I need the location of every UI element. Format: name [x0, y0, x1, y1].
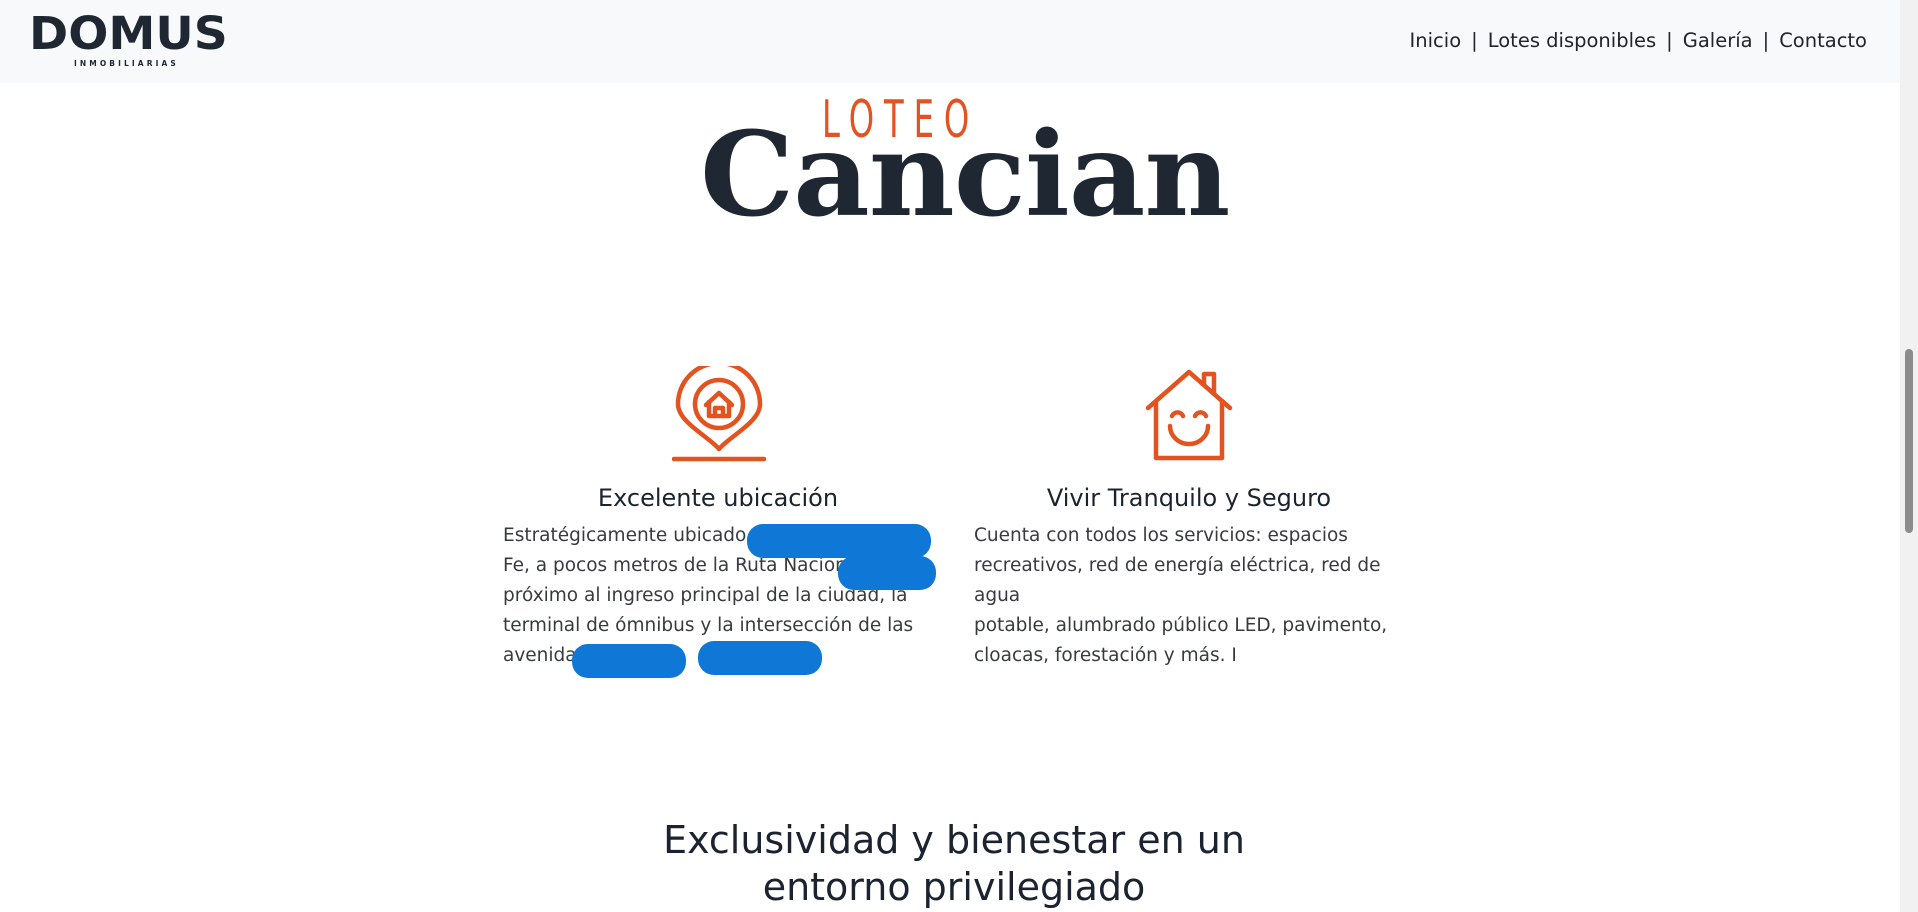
- redaction-mark: [572, 644, 686, 678]
- feature-title: Vivir Tranquilo y Seguro: [1046, 484, 1332, 512]
- feature-line: Cuenta con todos los servicios: espacios: [974, 525, 1348, 546]
- loteo-cancian-logo: LOTEO Cancian: [690, 92, 1230, 242]
- feature-description: Cuenta con todos los servicios: espacios…: [974, 521, 1404, 671]
- smiling-house-icon: [1145, 369, 1233, 461]
- nav-separator: |: [1762, 29, 1770, 52]
- location-house-pin-icon: [672, 366, 766, 462]
- scrollbar-thumb[interactable]: [1905, 349, 1913, 533]
- redaction-mark: [747, 524, 931, 558]
- brand-name: DOMUS: [29, 7, 228, 60]
- feature-line: terminal de ómnibus y la intersección de…: [503, 615, 914, 636]
- section-title-line: entorno privilegiado: [762, 865, 1146, 909]
- section-title-line: Exclusividad y bienestar en un: [663, 818, 1245, 862]
- feature-line: cloacas, forestación y más. I: [974, 645, 1237, 666]
- nav-links: Inicio | Lotes disponibles | Galería | C…: [1410, 29, 1867, 52]
- nav-link-inicio[interactable]: Inicio: [1410, 29, 1462, 52]
- brand-tagline: INMOBILIARIAS: [74, 59, 179, 68]
- page-scrollbar[interactable]: [1900, 0, 1918, 912]
- redaction-mark: [698, 641, 822, 675]
- feature-safety: Vivir Tranquilo y Seguro Cuenta con todo…: [974, 366, 1404, 671]
- top-navbar: DOMUS INMOBILIARIAS Inicio | Lotes dispo…: [0, 0, 1900, 83]
- nav-separator: |: [1471, 29, 1478, 52]
- feature-line: potable, alumbrado público LED, paviment…: [974, 615, 1388, 636]
- brand-logo[interactable]: DOMUS INMOBILIARIAS: [29, 8, 228, 72]
- feature-location: Excelente ubicación Estratégicamente ubi…: [503, 366, 933, 671]
- logo-title: Cancian: [700, 107, 1230, 243]
- feature-line-fragment: avenida: [503, 645, 577, 666]
- section-title: Exclusividad y bienestar en un entorno p…: [630, 817, 1278, 911]
- nav-separator: |: [1666, 29, 1673, 52]
- feature-title: Excelente ubicación: [597, 484, 839, 512]
- nav-link-contacto[interactable]: Contacto: [1779, 29, 1867, 52]
- feature-line: recreativos, red de energía eléctrica, r…: [974, 555, 1381, 606]
- redaction-mark: [838, 556, 936, 590]
- nav-link-galeria[interactable]: Galería: [1683, 29, 1753, 52]
- nav-link-lotes-disponibles[interactable]: Lotes disponibles: [1488, 29, 1656, 52]
